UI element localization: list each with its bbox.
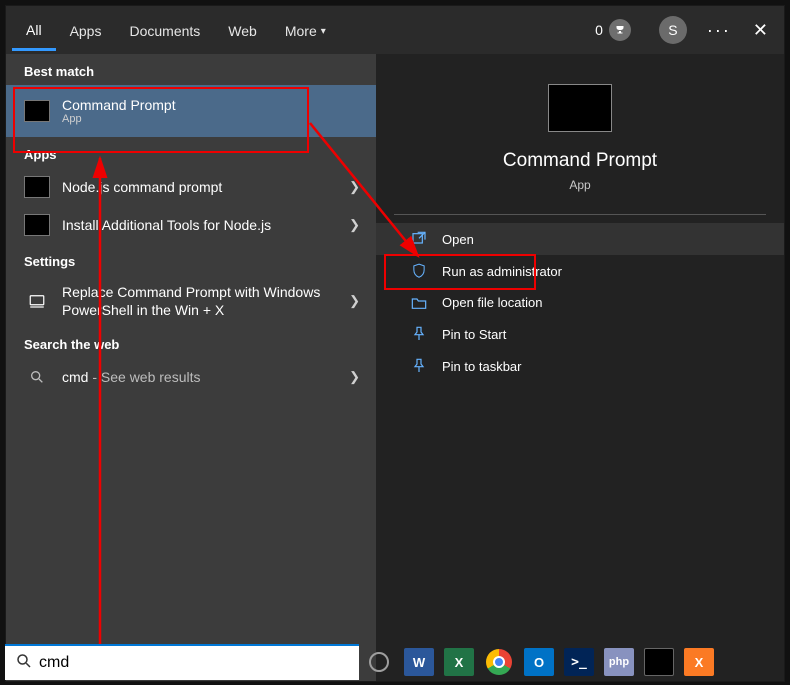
tab-documents[interactable]: Documents: [115, 11, 214, 49]
action-list: Open Run as administrator Open file loca…: [376, 223, 784, 382]
action-label: Open: [442, 232, 474, 247]
pin-icon: [410, 358, 428, 374]
chevron-right-icon[interactable]: ❯: [349, 369, 366, 385]
result-title: Node.js command prompt: [62, 179, 337, 195]
taskbar-outlook[interactable]: O: [524, 648, 554, 676]
taskbar-terminal[interactable]: [644, 648, 674, 676]
section-best-match: Best match: [6, 54, 376, 85]
action-label: Pin to Start: [442, 327, 506, 342]
chevron-right-icon[interactable]: ❯: [349, 293, 366, 309]
section-search-web: Search the web: [6, 327, 376, 358]
trophy-icon: [609, 19, 631, 41]
taskbar: W X O >_ php X: [358, 642, 787, 682]
tab-apps[interactable]: Apps: [56, 11, 116, 49]
result-replace-cmd[interactable]: Replace Command Prompt with Windows Powe…: [6, 275, 376, 327]
command-prompt-icon: [24, 176, 50, 198]
results-panel: Best match Command Prompt App Apps Node.…: [6, 54, 376, 681]
details-panel: Command Prompt App Open Run as administr…: [376, 54, 784, 681]
taskbar-xampp[interactable]: X: [684, 648, 714, 676]
tab-all[interactable]: All: [12, 10, 56, 51]
rewards-count: 0: [595, 22, 603, 38]
more-options-button[interactable]: ···: [707, 20, 731, 41]
command-prompt-icon: [24, 100, 50, 122]
action-pin-taskbar[interactable]: Pin to taskbar: [376, 350, 784, 382]
taskbar-php[interactable]: php: [604, 648, 634, 676]
taskbar-excel[interactable]: X: [444, 648, 474, 676]
command-prompt-icon: [24, 214, 50, 236]
search-icon: [24, 366, 50, 388]
result-web-cmd[interactable]: cmd - See web results ❯: [6, 358, 376, 396]
shield-icon: [410, 263, 428, 279]
search-icon: [15, 652, 33, 675]
result-title: cmd - See web results: [62, 369, 337, 385]
result-title: Replace Command Prompt with Windows Powe…: [62, 283, 337, 319]
powershell-icon: >_: [571, 655, 587, 670]
web-query: cmd: [62, 369, 88, 385]
taskbar-word[interactable]: W: [404, 648, 434, 676]
taskbar-chrome[interactable]: [484, 648, 514, 676]
details-title: Command Prompt: [503, 150, 657, 172]
result-title: Install Additional Tools for Node.js: [62, 217, 337, 233]
close-button[interactable]: ✕: [753, 20, 768, 41]
start-search-window: All Apps Documents Web More ▾ 0 S ··· ✕ …: [5, 5, 785, 682]
chrome-icon: [486, 649, 512, 675]
action-label: Open file location: [442, 295, 542, 310]
settings-result-icon: [24, 290, 50, 312]
action-open-location[interactable]: Open file location: [376, 287, 784, 318]
best-match-result[interactable]: Command Prompt App: [6, 85, 376, 137]
web-suffix: - See web results: [88, 369, 200, 385]
taskbar-cortana[interactable]: [364, 648, 394, 676]
user-avatar[interactable]: S: [659, 16, 687, 44]
top-tab-bar: All Apps Documents Web More ▾ 0 S ··· ✕: [6, 6, 784, 54]
action-pin-start[interactable]: Pin to Start: [376, 318, 784, 350]
rewards-button[interactable]: 0: [585, 19, 641, 41]
result-install-tools[interactable]: Install Additional Tools for Node.js ❯: [6, 206, 376, 244]
section-apps: Apps: [6, 137, 376, 168]
section-settings: Settings: [6, 244, 376, 275]
chevron-down-icon: ▾: [321, 26, 326, 37]
action-label: Run as administrator: [442, 264, 562, 279]
details-hero: Command Prompt App: [376, 84, 784, 192]
chevron-right-icon[interactable]: ❯: [349, 179, 366, 195]
divider: [394, 214, 766, 215]
tab-web[interactable]: Web: [214, 11, 271, 49]
search-body: Best match Command Prompt App Apps Node.…: [6, 54, 784, 681]
folder-icon: [410, 296, 428, 310]
action-label: Pin to taskbar: [442, 359, 522, 374]
search-bar[interactable]: [5, 644, 359, 680]
tab-more-label: More: [285, 23, 317, 39]
pin-icon: [410, 326, 428, 342]
best-match-title: Command Prompt: [62, 97, 366, 113]
command-prompt-large-icon: [548, 84, 612, 132]
open-icon: [410, 231, 428, 247]
action-open[interactable]: Open: [376, 223, 784, 255]
chevron-right-icon[interactable]: ❯: [349, 217, 366, 233]
action-run-admin[interactable]: Run as administrator: [376, 255, 784, 287]
taskbar-powershell[interactable]: >_: [564, 648, 594, 676]
result-node-cmd[interactable]: Node.js command prompt ❯: [6, 168, 376, 206]
tab-more[interactable]: More ▾: [271, 11, 340, 49]
search-input[interactable]: [39, 654, 349, 672]
best-match-subtitle: App: [62, 113, 366, 125]
details-subtitle: App: [569, 178, 590, 192]
cortana-icon: [369, 652, 389, 672]
